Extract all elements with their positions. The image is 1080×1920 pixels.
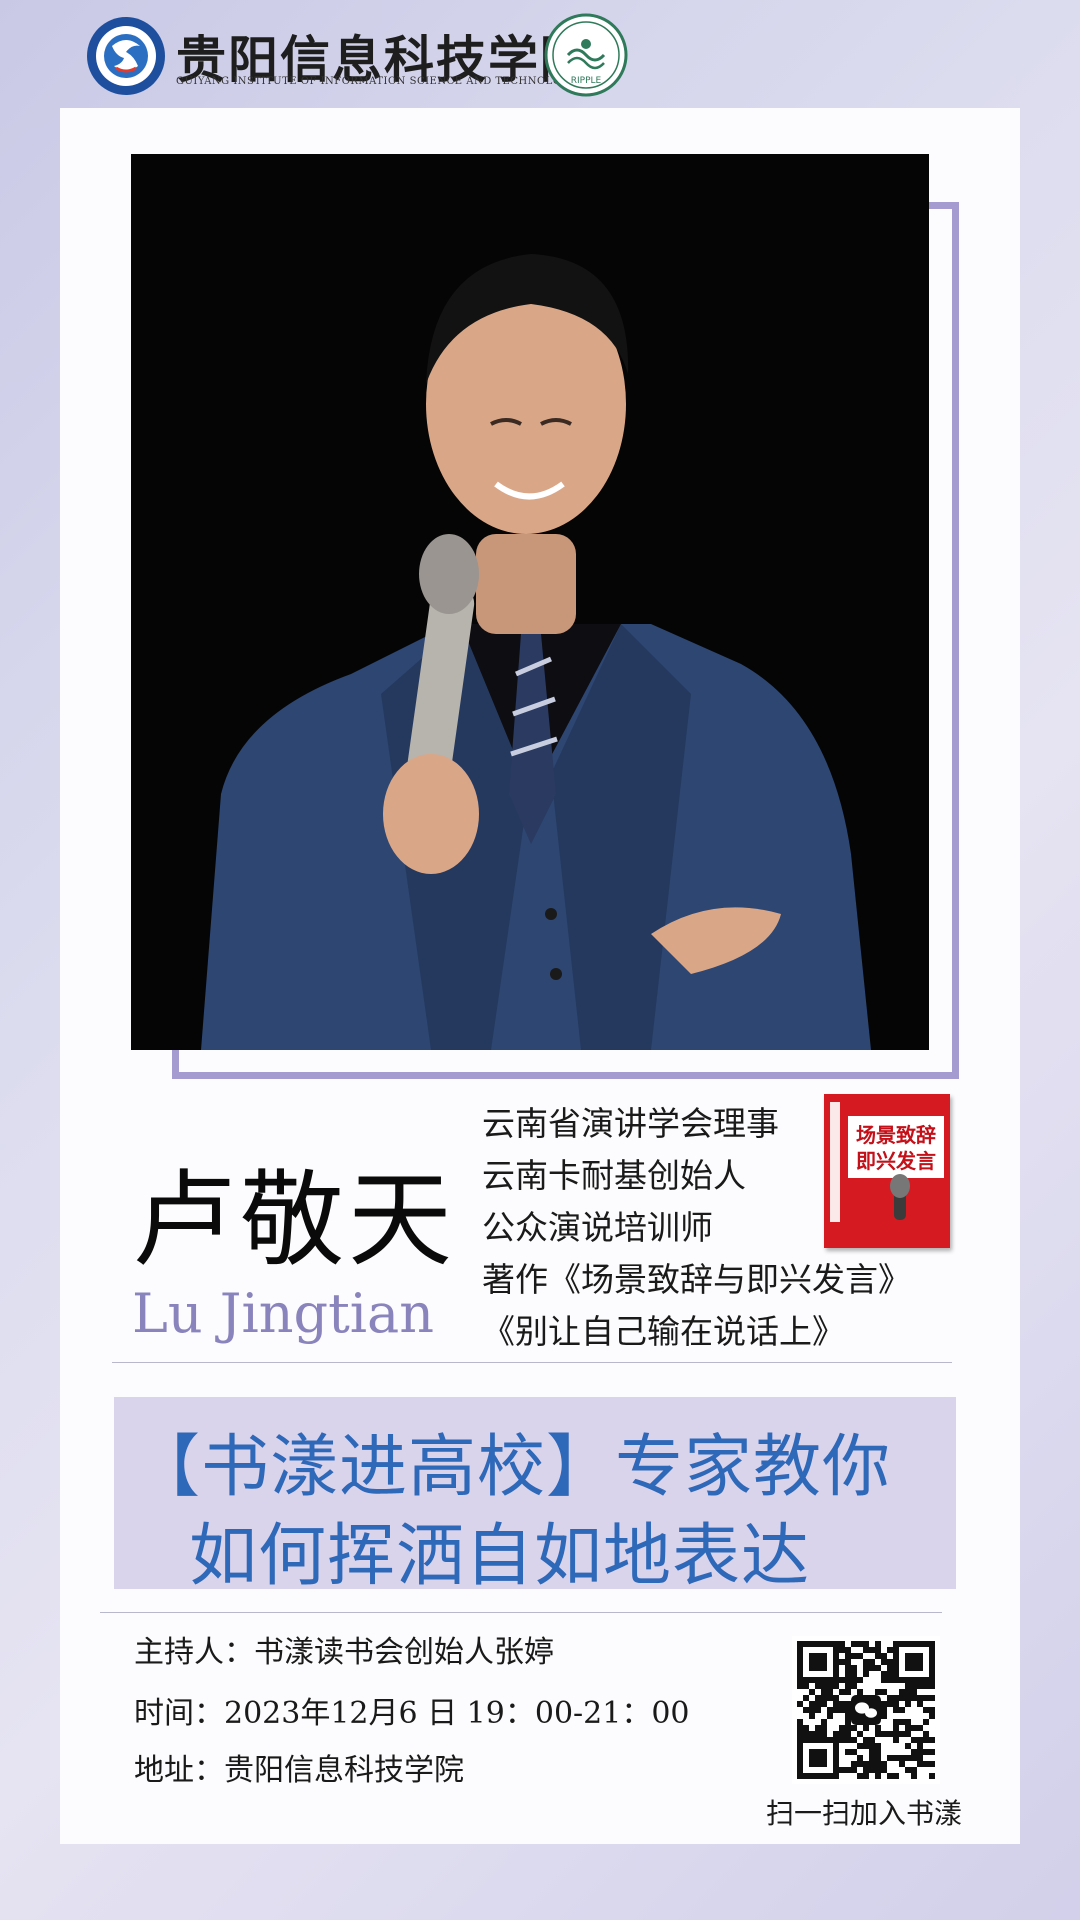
headline-banner: 【书漾进高校】专家教你 如何挥洒自如地表达 — [114, 1397, 956, 1596]
speaker-photo — [131, 154, 929, 1050]
qr-code-graphic — [792, 1636, 940, 1784]
speaker-name-cn: 卢敬天 — [132, 1159, 457, 1281]
speaker-illustration — [131, 154, 929, 1050]
header: 贵阳信息科技学院 GUIYANG INSTITUTE OF INFORMATIO… — [0, 0, 1080, 108]
speaker-name-en: Lu Jingtian — [132, 1282, 435, 1345]
venue-info: 地址：贵阳信息科技学院 — [134, 1753, 464, 1788]
book-cover-art: 场景致辞 即兴发言 — [824, 1094, 950, 1248]
qr-caption: 扫一扫加入书漾 — [766, 1797, 963, 1830]
book-title-line2: 即兴发言 — [856, 1149, 936, 1173]
institute-name-en: GUIYANG INSTITUTE OF INFORMATION SCIENCE… — [176, 76, 577, 87]
divider — [112, 1362, 952, 1363]
divider — [100, 1612, 942, 1613]
book-title-line1: 场景致辞 — [856, 1123, 936, 1147]
speaker-title: 《别让自己输在说话上》 — [482, 1312, 845, 1351]
ripple-label: RIPPLE — [571, 76, 602, 86]
college-emblem-icon — [87, 17, 165, 95]
headline-line-2: 如何挥洒自如地表达 — [189, 1517, 811, 1596]
book-cover: 场景致辞 即兴发言 — [824, 1094, 950, 1248]
host-info: 主持人：书漾读书会创始人张婷 — [134, 1635, 554, 1670]
speaker-title: 著作《场景致辞与即兴发言》 — [482, 1260, 911, 1299]
headline-line-1: 【书漾进高校】专家教你 — [132, 1428, 892, 1507]
wechat-qr-code-icon[interactable] — [792, 1636, 940, 1784]
ripple-club-emblem-icon: RIPPLE — [544, 13, 628, 97]
time-info: 时间：2023年12月6 日 19：00-21：00 — [134, 1696, 690, 1731]
